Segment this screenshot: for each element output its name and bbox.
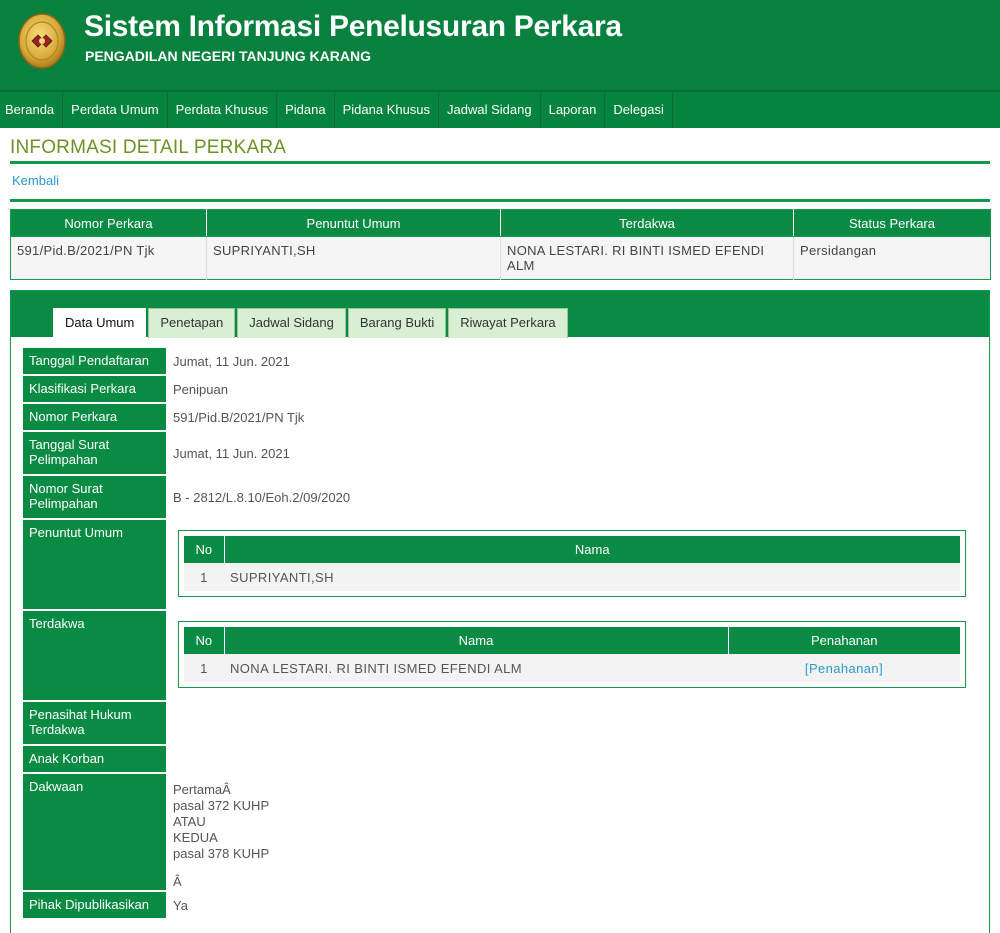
penahanan-link[interactable]: Penahanan [809,661,879,676]
detail-label: Penasihat Hukum Terdakwa [23,702,166,744]
summary-header-row: Nomor Perkara Penuntut Umum Terdakwa Sta… [10,209,991,237]
nav-perdata-khusus[interactable]: Perdata Khusus [168,92,277,128]
penuntut-header-row: No Nama [184,536,960,563]
court-name: PENGADILAN NEGERI TANJUNG KARANG [85,48,371,64]
table-row: 1 SUPRIYANTI,SH [184,563,960,591]
detail-row-terdakwa: Terdakwa No Nama Penahanan 1 NONA LESTAR… [23,611,978,702]
dakwaan-line [173,862,971,874]
site-header: Sistem Informasi Penelusuran Perkara PEN… [0,0,1000,90]
penuntut-umum-table: No Nama 1 SUPRIYANTI,SH [184,536,960,591]
dakwaan-text: PertamaÂ pasal 372 KUHP ATAU KEDUA pasal… [166,774,978,890]
summary-header-penuntut: Penuntut Umum [206,209,501,237]
col-header-no: No [184,536,224,563]
summary-penuntut-umum: SUPRIYANTI,SH [206,236,501,280]
detail-label: Dakwaan [23,774,166,890]
nav-pidana-khusus[interactable]: Pidana Khusus [335,92,438,128]
detail-label: Penuntut Umum [23,520,166,609]
summary-header-status: Status Perkara [793,209,991,237]
table-row: 1 NONA LESTARI. RI BINTI ISMED EFENDI AL… [184,654,960,682]
page-title: INFORMASI DETAIL PERKARA [10,137,287,158]
col-header-penahanan: Penahanan [727,627,960,654]
detail-label: Anak Korban [23,746,166,772]
tab-data-umum[interactable]: Data Umum [53,308,147,338]
site-title: Sistem Informasi Penelusuran Perkara [84,10,622,43]
tab-jadwal-sidang[interactable]: Jadwal Sidang [237,308,346,338]
detail-row-anak-korban: Anak Korban [23,746,978,774]
case-detail-panel: Data Umum Penetapan Jadwal Sidang Barang… [10,290,990,933]
detail-row-klasifikasi: Klasifikasi Perkara Penipuan [23,376,978,404]
detail-label: Tanggal Surat Pelimpahan [23,432,166,474]
detail-value: Jumat, 11 Jun. 2021 [173,354,290,369]
detail-row-penasihat-hukum: Penasihat Hukum Terdakwa [23,702,978,746]
dakwaan-line: ATAU [173,814,206,829]
nav-separator [671,92,673,128]
detail-label: Klasifikasi Perkara [23,376,166,402]
dakwaan-line: pasal 372 KUHP [173,798,270,813]
summary-header-nomor: Nomor Perkara [10,209,207,237]
back-link[interactable]: Kembali [12,173,59,188]
terdakwa-table: No Nama Penahanan 1 NONA LESTARI. RI BIN… [184,627,960,682]
detail-value: B - 2812/L.8.10/Eoh.2/09/2020 [173,489,351,505]
summary-status: Persidangan [793,236,991,280]
dakwaan-line: PertamaÂ [173,782,231,797]
tab-penetapan[interactable]: Penetapan [148,308,236,338]
court-emblem-icon [18,13,66,69]
detail-row-penuntut-umum: Penuntut Umum No Nama 1 SUPRIYANTI,SH [23,520,978,611]
detail-value: 591/Pid.B/2021/PN Tjk [173,410,305,425]
tab-barang-bukti[interactable]: Barang Bukti [347,308,447,338]
detail-value [166,702,978,744]
detail-label: Nomor Surat Pelimpahan [23,476,166,518]
detail-list: Tanggal Pendaftaran Jumat, 11 Jun. 2021 … [23,348,978,920]
detail-value: Jumat, 11 Jun. 2021 [173,445,290,461]
tab-bar: Data Umum Penetapan Jadwal Sidang Barang… [11,291,989,338]
penuntut-umum-table-wrap: No Nama 1 SUPRIYANTI,SH [178,530,966,597]
tab-riwayat-perkara[interactable]: Riwayat Perkara [448,308,568,338]
detail-row-tanggal-pendaftaran: Tanggal Pendaftaran Jumat, 11 Jun. 2021 [23,348,978,376]
nav-perdata-umum[interactable]: Perdata Umum [63,92,166,128]
detail-label: Pihak Dipublikasikan [23,892,166,918]
summary-header-terdakwa: Terdakwa [500,209,794,237]
terdakwa-header-row: No Nama Penahanan [184,627,960,654]
detail-value: Penipuan [173,382,228,397]
title-divider [10,161,990,164]
summary-nomor-perkara: 591/Pid.B/2021/PN Tjk [10,236,207,280]
dakwaan-line: Â [173,874,182,889]
detail-label: Tanggal Pendaftaran [23,348,166,374]
case-summary-table: Nomor Perkara Penuntut Umum Terdakwa Sta… [10,209,991,280]
col-header-nama: Nama [223,627,728,654]
detail-label: Nomor Perkara [23,404,166,430]
col-header-nama: Nama [223,536,960,563]
nav-delegasi[interactable]: Delegasi [605,92,672,128]
main-nav: Beranda Perdata Umum Perdata Khusus Pida… [0,92,1000,128]
detail-row-nomor-surat: Nomor Surat Pelimpahan B - 2812/L.8.10/E… [23,476,978,520]
dakwaan-line: KEDUA [173,830,218,845]
table-row: 591/Pid.B/2021/PN Tjk SUPRIYANTI,SH NONA… [10,236,991,280]
nav-laporan[interactable]: Laporan [541,92,605,128]
detail-row-tanggal-surat: Tanggal Surat Pelimpahan Jumat, 11 Jun. … [23,432,978,476]
dakwaan-line: pasal 378 KUHP [173,846,270,861]
detail-value [166,746,978,772]
detail-row-nomor-perkara: Nomor Perkara 591/Pid.B/2021/PN Tjk [23,404,978,432]
back-divider [10,199,990,202]
nav-beranda[interactable]: Beranda [0,92,62,128]
row-nama: NONA LESTARI. RI BINTI ISMED EFENDI ALM [224,654,728,682]
col-header-no: No [184,627,224,654]
nav-jadwal-sidang[interactable]: Jadwal Sidang [439,92,540,128]
row-no: 1 [184,654,224,682]
detail-row-dakwaan: Dakwaan PertamaÂ pasal 372 KUHP ATAU KED… [23,774,978,892]
summary-terdakwa: NONA LESTARI. RI BINTI ISMED EFENDI ALM [500,236,794,280]
row-penahanan: [Penahanan] [728,654,960,682]
terdakwa-table-wrap: No Nama Penahanan 1 NONA LESTARI. RI BIN… [178,621,966,688]
row-no: 1 [184,563,224,591]
detail-label: Terdakwa [23,611,166,700]
detail-value: Ya [173,898,188,913]
detail-row-pihak-dipublikasikan: Pihak Dipublikasikan Ya [23,892,978,920]
nav-pidana[interactable]: Pidana [277,92,333,128]
row-nama: SUPRIYANTI,SH [224,563,960,591]
